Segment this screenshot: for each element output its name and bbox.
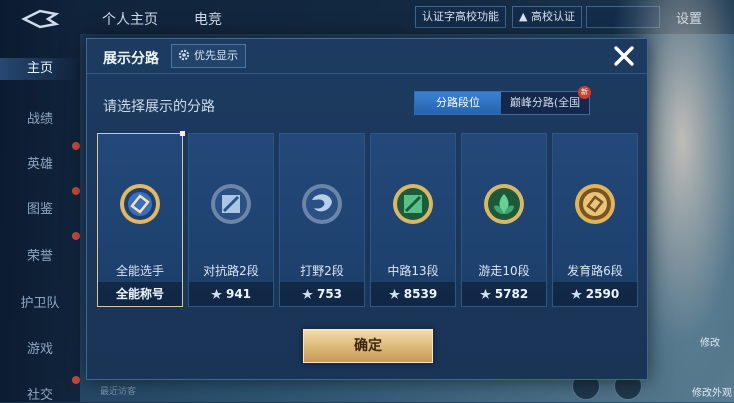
lane-card-name: 游走10段 xyxy=(478,264,530,278)
sidebar-item-game[interactable]: 游戏 xyxy=(0,338,80,357)
notification-dot xyxy=(72,232,80,240)
peak-points-icon xyxy=(479,289,491,299)
lane-display-dialog: 展示分路 优先显示 请选择展示的分路 分路段位 巅峰分路(全国 新 全能选手 全… xyxy=(86,38,648,380)
close-icon[interactable] xyxy=(611,43,637,69)
sidebar: 主页 战绩 英雄 图鉴 荣誉 护卫队 游戏 社交 xyxy=(0,0,80,403)
new-badge: 新 xyxy=(578,86,591,99)
farm-lane-badge-icon xyxy=(575,184,615,224)
lane-card-footer: 941 xyxy=(189,282,273,306)
verify-button[interactable]: 认证字高校功能 xyxy=(415,6,506,28)
sidebar-item-honor[interactable]: 荣誉 xyxy=(0,245,80,264)
confirm-button[interactable]: 确定 xyxy=(303,329,433,363)
lane-card-footer: 753 xyxy=(280,282,364,306)
sidebar-item-social[interactable]: 社交 xyxy=(0,384,80,403)
lane-points: 753 xyxy=(316,287,343,301)
sidebar-item-record[interactable]: 战绩 xyxy=(0,108,80,127)
lane-card-footer: 5782 xyxy=(462,282,546,306)
campus-icon: ▲ xyxy=(519,10,528,23)
peak-points-icon xyxy=(388,289,400,299)
campus-verify-button[interactable]: ▲ 高校认证 xyxy=(512,6,582,28)
divider xyxy=(87,73,647,74)
lane-card-farm[interactable]: 发育路6段 2590 xyxy=(552,133,638,307)
all-round-badge-icon xyxy=(120,184,160,224)
mid-lane-badge-icon xyxy=(393,184,433,224)
lane-card-footer: 8539 xyxy=(371,282,455,306)
tab-esports[interactable]: 电竞 xyxy=(194,9,222,29)
notification-dot xyxy=(72,142,80,150)
notification-dot xyxy=(72,376,80,384)
lane-card-name: 打野2段 xyxy=(300,264,344,278)
tab-lane-rank[interactable]: 分路段位 xyxy=(415,92,501,114)
lane-card-name: 发育路6段 xyxy=(567,264,623,278)
lane-card-mid[interactable]: 中路13段 8539 xyxy=(370,133,456,307)
campus-verify-label: 高校认证 xyxy=(530,10,575,23)
lane-card-name: 全能选手 xyxy=(115,264,164,278)
dialog-title: 展示分路 xyxy=(103,51,159,67)
lane-card-name: 对抗路2段 xyxy=(203,264,259,278)
dialog-subtitle: 请选择展示的分路 xyxy=(103,99,215,115)
tab-profile[interactable]: 个人主页 xyxy=(102,9,158,29)
priority-display-button[interactable]: 优先显示 xyxy=(171,44,246,68)
notification-dot xyxy=(72,187,80,195)
modify-label[interactable]: 修改 xyxy=(700,334,720,349)
roam-badge-icon xyxy=(484,184,524,224)
gear-icon xyxy=(178,49,190,61)
lane-card-footer: 2590 xyxy=(553,282,637,306)
recent-visitors-label[interactable]: 最近访客 xyxy=(100,384,136,397)
jungle-badge-icon xyxy=(302,184,342,224)
lane-points: 8539 xyxy=(403,287,438,301)
priority-display-label: 优先显示 xyxy=(194,49,238,62)
lane-card-name: 中路13段 xyxy=(387,264,439,278)
lane-points: 941 xyxy=(225,287,252,301)
sidebar-item-heroes[interactable]: 英雄 xyxy=(0,153,80,172)
lane-card-roam[interactable]: 游走10段 5782 xyxy=(461,133,547,307)
tab-peak-lane[interactable]: 巅峰分路(全国 xyxy=(501,92,589,114)
lane-mode-toggle: 分路段位 巅峰分路(全国 新 xyxy=(414,86,591,115)
game-logo-icon xyxy=(21,9,60,29)
sidebar-item-gallery[interactable]: 图鉴 xyxy=(0,198,80,217)
lane-points: 5782 xyxy=(494,287,529,301)
sidebar-item-home[interactable]: 主页 xyxy=(0,58,80,80)
modify-appearance-label[interactable]: 修改外观 xyxy=(692,384,732,399)
clash-lane-badge-icon xyxy=(211,184,251,224)
peak-points-icon xyxy=(570,289,582,299)
peak-points-icon xyxy=(210,289,222,299)
lane-card-clash[interactable]: 对抗路2段 941 xyxy=(188,133,274,307)
lane-points: 2590 xyxy=(585,287,620,301)
lane-card-jungle[interactable]: 打野2段 753 xyxy=(279,133,365,307)
lane-card-footer: 全能称号 xyxy=(98,282,182,306)
sidebar-item-guard[interactable]: 护卫队 xyxy=(0,292,80,311)
lane-card-all-round[interactable]: 全能选手 全能称号 xyxy=(97,131,185,307)
peak-points-icon xyxy=(301,289,313,299)
